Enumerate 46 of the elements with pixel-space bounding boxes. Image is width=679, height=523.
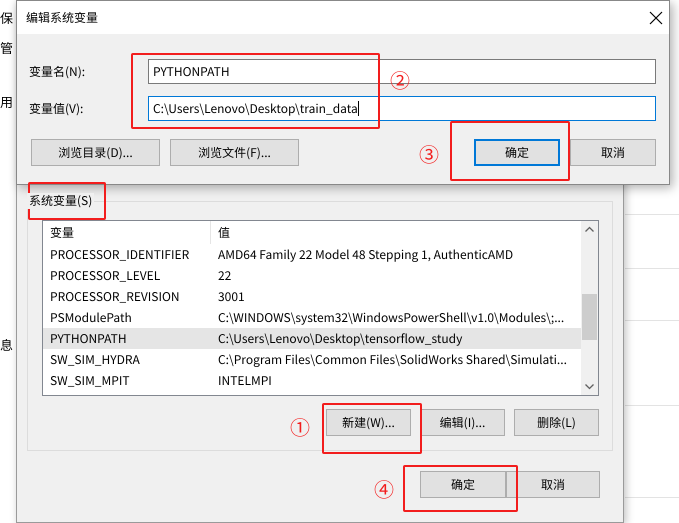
variable-name: PROCESSOR_IDENTIFIER (49, 246, 190, 263)
list-row[interactable]: PSModulePath C:\WINDOWS\system32\WindowsPowerShell\v1.0\Modules\;... (43, 307, 581, 328)
step-marker: ③ (419, 143, 439, 165)
list-button[interactable]: 新建(W)... (326, 409, 411, 436)
background-text: 用 (0, 92, 14, 111)
field-label: 变量名(N): (29, 63, 86, 80)
column-header[interactable]: 值 (211, 224, 581, 241)
list-button[interactable]: 编辑(I)... (420, 409, 505, 436)
background-text: 息 (0, 335, 14, 354)
variable-name: SW_SIM_HYDRA (49, 351, 141, 368)
variable-name: PROCESSOR_LEVEL (49, 267, 162, 284)
list-row[interactable]: PYTHONPATH C:\Users\Lenovo\Desktop\tensorflow_study (43, 328, 581, 349)
variable-name: PSModulePath (49, 309, 133, 326)
variable-value: INTELMPI (217, 372, 273, 389)
variable-value: C:\Program Files\Common Files\SolidWorks Shared\Simulati... (217, 351, 568, 368)
step-marker: ① (290, 416, 310, 438)
list-button[interactable]: 删除(L) (514, 409, 599, 436)
list-row[interactable]: PROCESSOR_LEVEL 22 (43, 265, 581, 286)
dialog-button[interactable]: 确定 (474, 139, 560, 166)
column-header[interactable]: 变量 (43, 221, 211, 244)
group-label: 系统变量(S) (27, 193, 94, 209)
list-row[interactable]: PROCESSOR_REVISION 3001 (43, 286, 581, 307)
close-icon[interactable] (649, 10, 663, 24)
dialog-button[interactable]: 浏览目录(D)... (31, 139, 160, 166)
background-text: 保 (0, 8, 14, 27)
variable-name: PROCESSOR_REVISION (49, 288, 181, 305)
window-title: 编辑系统变量 (26, 9, 98, 26)
variable-value: C:\Users\Lenovo\Desktop\tensorflow_study (217, 330, 464, 347)
background-text: 管 (0, 38, 14, 57)
field-label: 变量值(V): (29, 100, 84, 117)
list-row[interactable]: SW_SIM_HYDRA C:\Program Files\Common Files\SolidWorks Shared\Simulati... (43, 349, 581, 370)
list-row[interactable]: SW_SIM_MPIT INTELMPI (43, 370, 581, 391)
dialog-button[interactable]: 确定 (420, 471, 506, 498)
step-marker: ④ (374, 478, 394, 500)
input-field[interactable]: C:\Users\Lenovo\Desktop\train_data (148, 96, 656, 121)
scrollbar-thumb[interactable] (582, 294, 597, 340)
dialog-button[interactable]: 取消 (506, 471, 600, 498)
dialog-button[interactable]: 取消 (570, 139, 656, 166)
variable-name: PYTHONPATH (49, 330, 128, 347)
list-row[interactable]: PROCESSOR_IDENTIFIER AMD64 Family 22 Model 48 Stepping 1, AuthenticAMD (43, 244, 581, 265)
dialog-button[interactable]: 浏览文件(F)... (170, 139, 299, 166)
variable-value: AMD64 Family 22 Model 48 Stepping 1, AuthenticAMD (217, 246, 514, 263)
variable-value: 3001 (217, 288, 246, 305)
variable-value: 22 (217, 267, 232, 284)
variable-value: C:\WINDOWS\system32\WindowsPowerShell\v1.0\Modules\;... (217, 309, 566, 326)
variable-name: SW_SIM_MPIT (49, 372, 131, 389)
